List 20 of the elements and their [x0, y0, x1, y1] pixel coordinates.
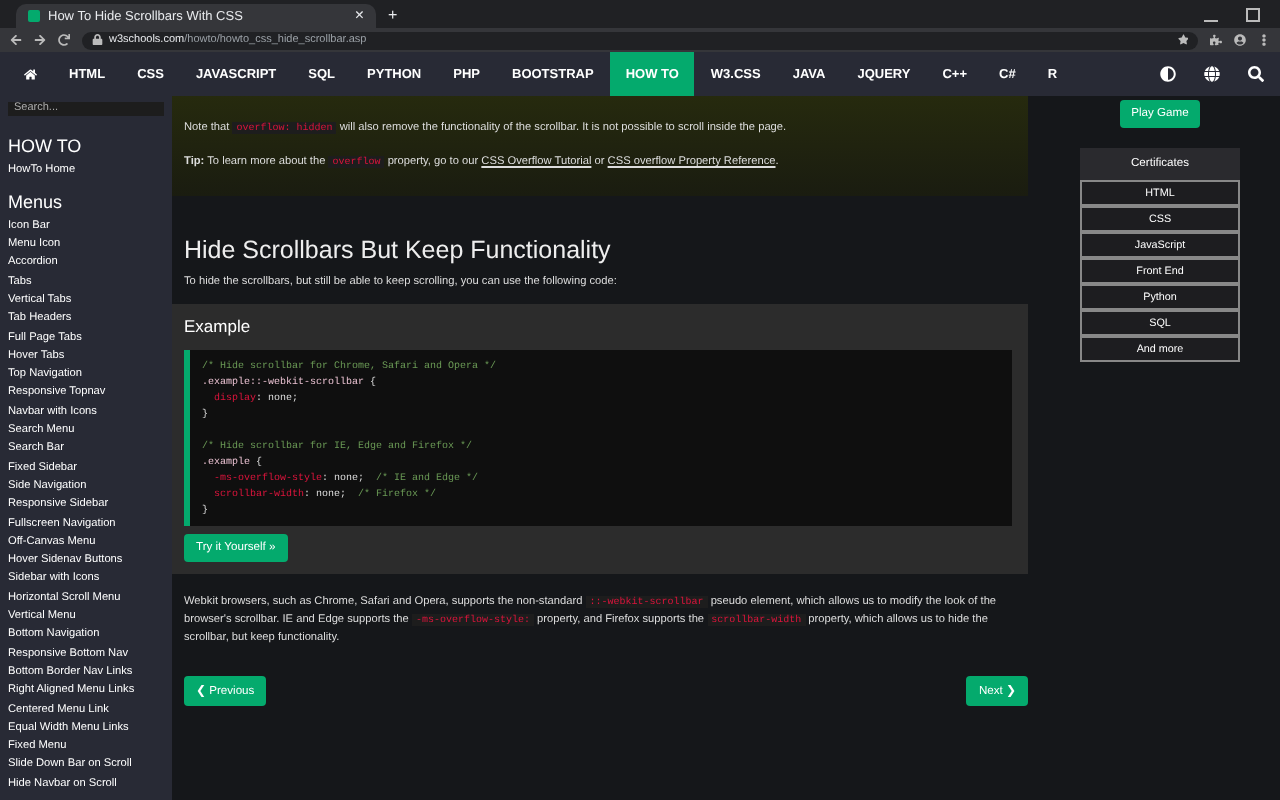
new-tab-button[interactable]: + — [388, 4, 398, 28]
sidebar-heading: HOW TO — [8, 135, 84, 155]
favicon-icon — [28, 10, 40, 22]
globe-icon[interactable] — [1204, 66, 1220, 82]
reload-icon[interactable] — [58, 34, 70, 46]
forward-icon[interactable] — [34, 34, 46, 46]
search-icon[interactable] — [1248, 66, 1264, 82]
lock-icon — [92, 34, 103, 46]
maximize-icon[interactable] — [1246, 7, 1260, 21]
example-title: Example — [184, 316, 253, 336]
home-icon — [24, 67, 37, 81]
sidebar-heading: Menus — [8, 191, 65, 212]
contrast-icon[interactable] — [1160, 66, 1176, 82]
puzzle-icon[interactable] — [1210, 34, 1222, 46]
tab-close-button[interactable]: × — [354, 4, 364, 28]
back-icon[interactable] — [10, 34, 22, 46]
avatar-icon[interactable] — [1234, 34, 1246, 46]
star-icon[interactable] — [1177, 34, 1188, 46]
section-heading: Hide Scrollbars But Keep Functionality — [184, 236, 613, 264]
menu-icon[interactable] — [1258, 34, 1270, 46]
